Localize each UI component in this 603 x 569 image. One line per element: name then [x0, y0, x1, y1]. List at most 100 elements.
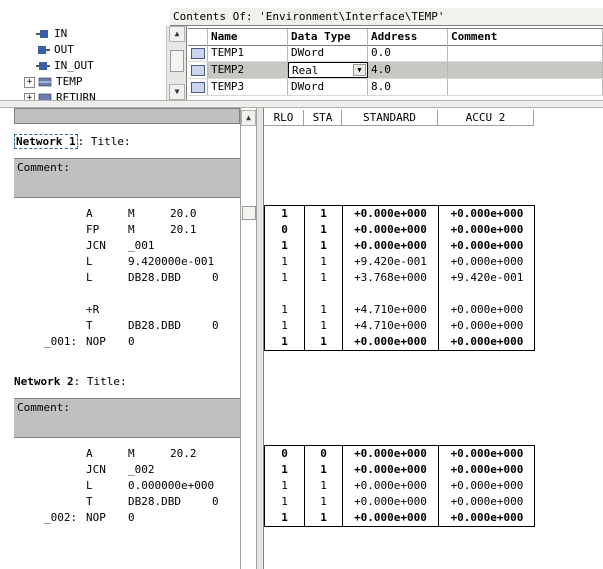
network-1-title[interactable]: Network 1: Title: — [14, 134, 131, 149]
scroll-down-icon[interactable]: ▼ — [169, 84, 185, 100]
cell-comment[interactable] — [448, 62, 603, 78]
stl-op: NOP — [86, 335, 106, 348]
status-sta: 1 — [305, 462, 343, 478]
table-row[interactable]: TEMP1 DWord 0.0 — [188, 45, 603, 62]
network-2-comment[interactable]: Comment: — [14, 398, 240, 438]
cell-comment[interactable] — [448, 79, 603, 95]
stl-op: JCN — [86, 239, 106, 252]
stl-extra: 0 — [212, 319, 219, 332]
stl-statement[interactable]: JCN _002 — [0, 462, 240, 478]
stl-op: FP — [86, 223, 100, 236]
status-row: 1 1 +0.000e+000 +0.000e+000 — [265, 206, 536, 222]
stl-operand: 0 — [128, 335, 135, 348]
stl-operand: 9.420000e-001 — [128, 255, 215, 268]
network-2-title[interactable]: Network 2: Title: — [14, 375, 127, 389]
stl-statement[interactable]: L DB28.DBD 0 — [0, 270, 240, 286]
stl-statement[interactable]: JCN _001 — [0, 238, 240, 254]
stl-statement[interactable]: _002: NOP 0 — [0, 510, 240, 526]
stl-code-pane[interactable]: Network 1: Title: Comment: A M 20.0 FP M 20.1… — [0, 108, 240, 569]
network-label: Network 2 — [14, 375, 74, 388]
col-comment[interactable]: Comment — [448, 29, 603, 45]
col-data-type[interactable]: Data Type — [288, 29, 368, 45]
scroll-up-icon[interactable]: ▲ — [169, 26, 185, 42]
stl-statement[interactable] — [0, 286, 240, 302]
cell-comment[interactable] — [448, 45, 603, 61]
status-rlo: 1 — [265, 318, 305, 334]
status-pane: RLO STA STANDARD ACCU 2 1 1 +0.000e+000 +0.… — [264, 108, 603, 569]
code-scrollbar[interactable]: ▲ — [240, 108, 256, 569]
stl-statement[interactable]: T DB28.DBD 0 — [0, 318, 240, 334]
col-name[interactable]: Name — [208, 29, 288, 45]
row-icon-cell — [188, 45, 208, 61]
cell-name[interactable]: TEMP2 — [208, 62, 288, 78]
status-row — [265, 286, 536, 302]
status-rlo: 1 — [265, 254, 305, 270]
dropdown-arrow-icon[interactable]: ▼ — [353, 64, 366, 76]
stl-statement[interactable]: T DB28.DBD 0 — [0, 494, 240, 510]
tree-item-out[interactable]: OUT — [36, 42, 74, 58]
tree-item-in-out[interactable]: IN_OUT — [36, 58, 94, 74]
stl-statement[interactable]: _001: NOP 0 — [0, 334, 240, 350]
network-1-comment[interactable]: Comment: — [14, 158, 240, 198]
stl-statement[interactable]: L 0.000000e+000 — [0, 478, 240, 494]
scroll-thumb[interactable] — [170, 50, 184, 72]
status-accu2: +0.000e+000 — [450, 255, 524, 268]
status-rlo: 1 — [265, 462, 305, 478]
status-standard: +0.000e+000 — [343, 462, 439, 478]
expand-icon[interactable]: + — [24, 76, 35, 88]
stl-op: NOP — [86, 511, 106, 524]
stl-operand: DB28.DBD — [128, 495, 181, 508]
status-accu2: +0.000e+000 — [450, 479, 524, 492]
cell-type[interactable]: DWord — [288, 45, 368, 61]
pane-splitter[interactable] — [0, 100, 603, 108]
stl-op: L — [86, 479, 93, 492]
status-standard: +0.000e+000 — [343, 478, 439, 494]
stl-statement[interactable]: A M 20.0 — [0, 206, 240, 222]
status-sta: 0 — [305, 446, 343, 462]
cell-address: 4.0 — [368, 62, 448, 78]
tree-scrollbar[interactable]: ▲ ▼ — [166, 26, 186, 102]
col-address[interactable]: Address — [368, 29, 448, 45]
data-type-select[interactable]: Real ▼ — [288, 62, 368, 78]
vertical-splitter[interactable] — [256, 108, 264, 569]
scroll-thumb[interactable] — [242, 206, 256, 220]
status-sta: 1 — [305, 206, 343, 222]
cell-name[interactable]: TEMP3 — [208, 79, 288, 95]
status-rlo: 1 — [265, 334, 305, 350]
status-sta: 1 — [305, 510, 343, 526]
variable-table: Name Data Type Address Comment TEMP1 DWo… — [188, 28, 603, 100]
tree-item-label: IN — [54, 27, 68, 40]
stl-statement[interactable]: A M 20.2 — [0, 446, 240, 462]
stl-statement[interactable]: L 9.420000e-001 — [0, 254, 240, 270]
status-sta: 1 — [305, 318, 343, 334]
status-sta — [305, 286, 343, 302]
status-accu2: +0.000e+000 — [450, 207, 524, 220]
interface-tree[interactable]: IN OUT IN_OUT + TEMP + RETURN ▲ ▼ — [0, 26, 187, 102]
cell-name[interactable]: TEMP1 — [208, 45, 288, 61]
table-row[interactable]: TEMP3 DWord 8.0 — [188, 79, 603, 96]
status-row: 1 1 +4.710e+000 +0.000e+000 — [265, 318, 536, 334]
status-standard: +4.710e+000 — [343, 302, 439, 318]
stl-label: _002: — [44, 511, 78, 524]
status-standard: +4.710e+000 — [343, 318, 439, 334]
status-rlo: 1 — [265, 206, 305, 222]
table-row-selected[interactable]: TEMP2 Real ▼ 4.0 — [188, 62, 603, 79]
comment-label: Comment: — [17, 401, 70, 414]
stl-statement[interactable]: +R — [0, 302, 240, 318]
col-rlo: RLO — [264, 110, 304, 126]
col-standard: STANDARD — [342, 110, 438, 126]
status-sta: 1 — [305, 302, 343, 318]
tree-item-in[interactable]: IN — [36, 26, 67, 42]
scroll-up-icon[interactable]: ▲ — [241, 110, 256, 126]
cell-type[interactable]: DWord — [288, 79, 368, 95]
variable-icon — [191, 47, 205, 59]
stl-value: 20.0 — [170, 207, 197, 220]
tree-item-temp[interactable]: + TEMP — [24, 74, 83, 90]
status-row: 1 1 +0.000e+000 +0.000e+000 — [265, 238, 536, 254]
network-1-status-grid: 1 1 +0.000e+000 +0.000e+000 0 1 +0.000e+000 +0.… — [264, 205, 535, 351]
stl-statement[interactable]: FP M 20.1 — [0, 222, 240, 238]
status-row: 0 0 +0.000e+000 +0.000e+000 — [265, 446, 536, 462]
status-standard: +9.420e-001 — [343, 254, 439, 270]
interface-temp-icon — [38, 77, 52, 87]
header-spacer — [188, 29, 208, 45]
